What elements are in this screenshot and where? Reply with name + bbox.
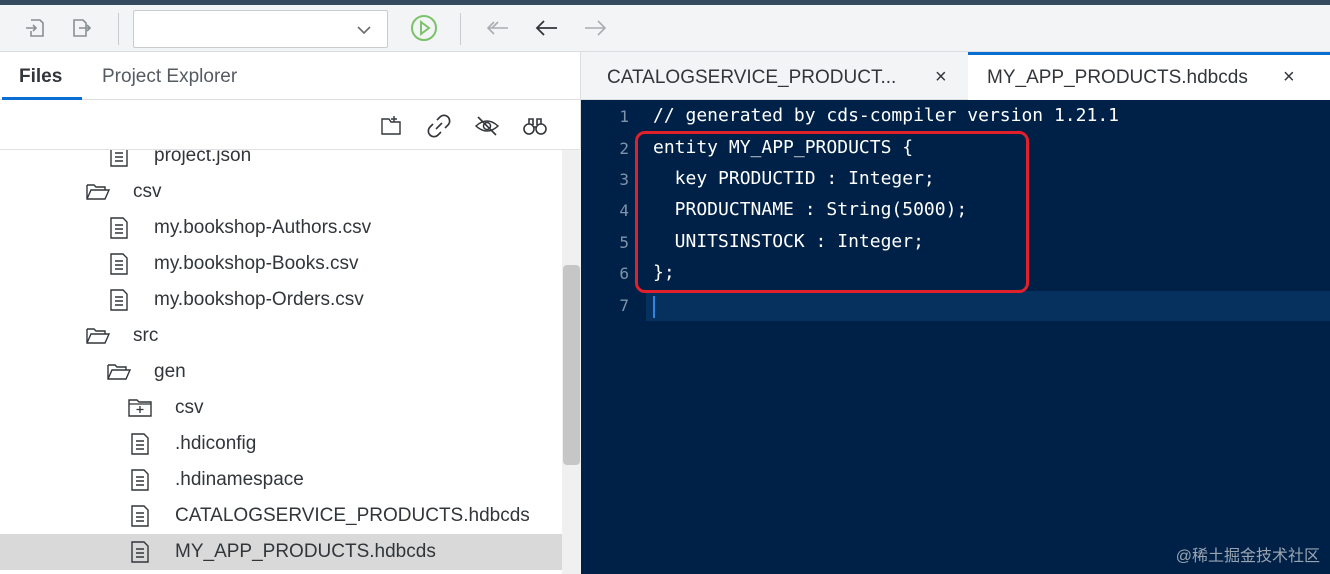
line-number: 4 <box>619 201 629 220</box>
tree-item-catalogservice-products[interactable]: CATALOGSERVICE_PRODUCTS.hdbcds <box>0 498 562 534</box>
toolbar <box>0 5 1330 52</box>
link-icon[interactable] <box>425 112 453 140</box>
file-icon <box>128 540 152 564</box>
tree-item-gen[interactable]: gen <box>0 354 562 390</box>
tree-item-label: gen <box>154 361 186 382</box>
tree-item-my-app-products[interactable]: MY_APP_PRODUCTS.hdbcds <box>0 534 562 570</box>
files-panel: Files Project Explorer project.json csv … <box>0 52 581 574</box>
tree-item-label: .hdinamespace <box>175 469 304 490</box>
toolbar-separator <box>118 13 119 45</box>
tree-item-project-json[interactable]: project.json <box>0 150 562 174</box>
watermark: @稀土掘金技术社区 <box>1175 548 1320 565</box>
tree-item-src[interactable]: src <box>0 318 562 354</box>
code-line: // generated by cds-compiler version 1.2… <box>653 105 1119 126</box>
close-icon[interactable]: × <box>1283 66 1295 89</box>
line-number: 1 <box>619 107 629 126</box>
tab-my-app-products[interactable]: MY_APP_PRODUCTS.hdbcds × <box>968 52 1330 100</box>
tree-scrollbar-thumb[interactable] <box>563 265 580 465</box>
tab-title: MY_APP_PRODUCTS.hdbcds <box>987 67 1248 88</box>
hide-icon[interactable] <box>473 112 501 140</box>
tree-item-label: src <box>133 325 159 346</box>
folder-plus-icon <box>127 396 152 420</box>
run-icon[interactable] <box>409 13 439 43</box>
sidebar-tabs: Files Project Explorer <box>0 52 581 100</box>
tab-title: CATALOGSERVICE_PRODUCT... <box>607 67 897 88</box>
new-folder-icon[interactable] <box>377 112 405 140</box>
text-caret <box>653 296 655 318</box>
tab-catalogservice-products[interactable]: CATALOGSERVICE_PRODUCT... × <box>581 52 968 100</box>
forward-icon[interactable] <box>580 13 610 43</box>
tree-item-books-csv[interactable]: my.bookshop-Books.csv <box>0 246 562 282</box>
tree-item-label: csv <box>133 181 162 202</box>
tree-item-orders-csv[interactable]: my.bookshop-Orders.csv <box>0 282 562 318</box>
line-number: 2 <box>619 139 629 158</box>
tree-item-gen-csv[interactable]: csv <box>0 390 562 426</box>
close-icon[interactable]: × <box>935 66 947 89</box>
file-icon <box>128 504 152 528</box>
line-number: 6 <box>619 264 629 283</box>
tree-item-label: CATALOGSERVICE_PRODUCTS.hdbcds <box>175 505 530 526</box>
line-number: 3 <box>619 170 629 189</box>
tree-item-hdinamespace[interactable]: .hdinamespace <box>0 462 562 498</box>
files-toolbar <box>0 100 581 150</box>
tab-project-explorer[interactable]: Project Explorer <box>102 66 237 88</box>
chevron-down-icon <box>355 21 373 44</box>
back-all-icon[interactable] <box>484 13 514 43</box>
annotation-highlight-box <box>635 131 1029 293</box>
tab-files[interactable]: Files <box>19 66 62 88</box>
binoculars-icon[interactable] <box>521 112 549 140</box>
file-icon <box>107 216 131 240</box>
folder-open-icon <box>85 324 111 348</box>
back-icon[interactable] <box>532 13 562 43</box>
file-icon <box>107 288 131 312</box>
tree-item-label: .hdiconfig <box>175 433 257 454</box>
editor-tabs: CATALOGSERVICE_PRODUCT... × MY_APP_PRODU… <box>581 52 1330 100</box>
tree-item-label: csv <box>175 397 204 418</box>
tree-item-hdiconfig[interactable]: .hdiconfig <box>0 426 562 462</box>
toolbar-separator <box>460 13 461 45</box>
tree-item-label: project.json <box>154 150 252 166</box>
tree-item-label: my.bookshop-Orders.csv <box>154 289 364 310</box>
export-icon[interactable] <box>66 13 96 43</box>
current-line-highlight <box>646 291 1330 321</box>
run-configuration-select[interactable] <box>133 10 388 48</box>
import-icon[interactable] <box>20 13 50 43</box>
line-number: 7 <box>619 296 629 315</box>
tree-item-label: my.bookshop-Books.csv <box>154 253 359 274</box>
tree-item-label: my.bookshop-Authors.csv <box>154 217 372 238</box>
code-editor[interactable]: 1 2 3 4 5 6 7 // generated by cds-compil… <box>581 100 1330 574</box>
tree-item-csv[interactable]: csv <box>0 174 562 210</box>
folder-open-icon <box>106 360 132 384</box>
tree-item-authors-csv[interactable]: my.bookshop-Authors.csv <box>0 210 562 246</box>
line-number: 5 <box>619 233 629 252</box>
file-icon <box>107 150 131 168</box>
folder-open-icon <box>85 180 111 204</box>
file-icon <box>107 252 131 276</box>
tree-item-label: MY_APP_PRODUCTS.hdbcds <box>175 541 436 562</box>
file-tree: project.json csv my.bookshop-Authors.csv… <box>0 150 562 574</box>
file-icon <box>128 468 152 492</box>
file-icon <box>128 432 152 456</box>
